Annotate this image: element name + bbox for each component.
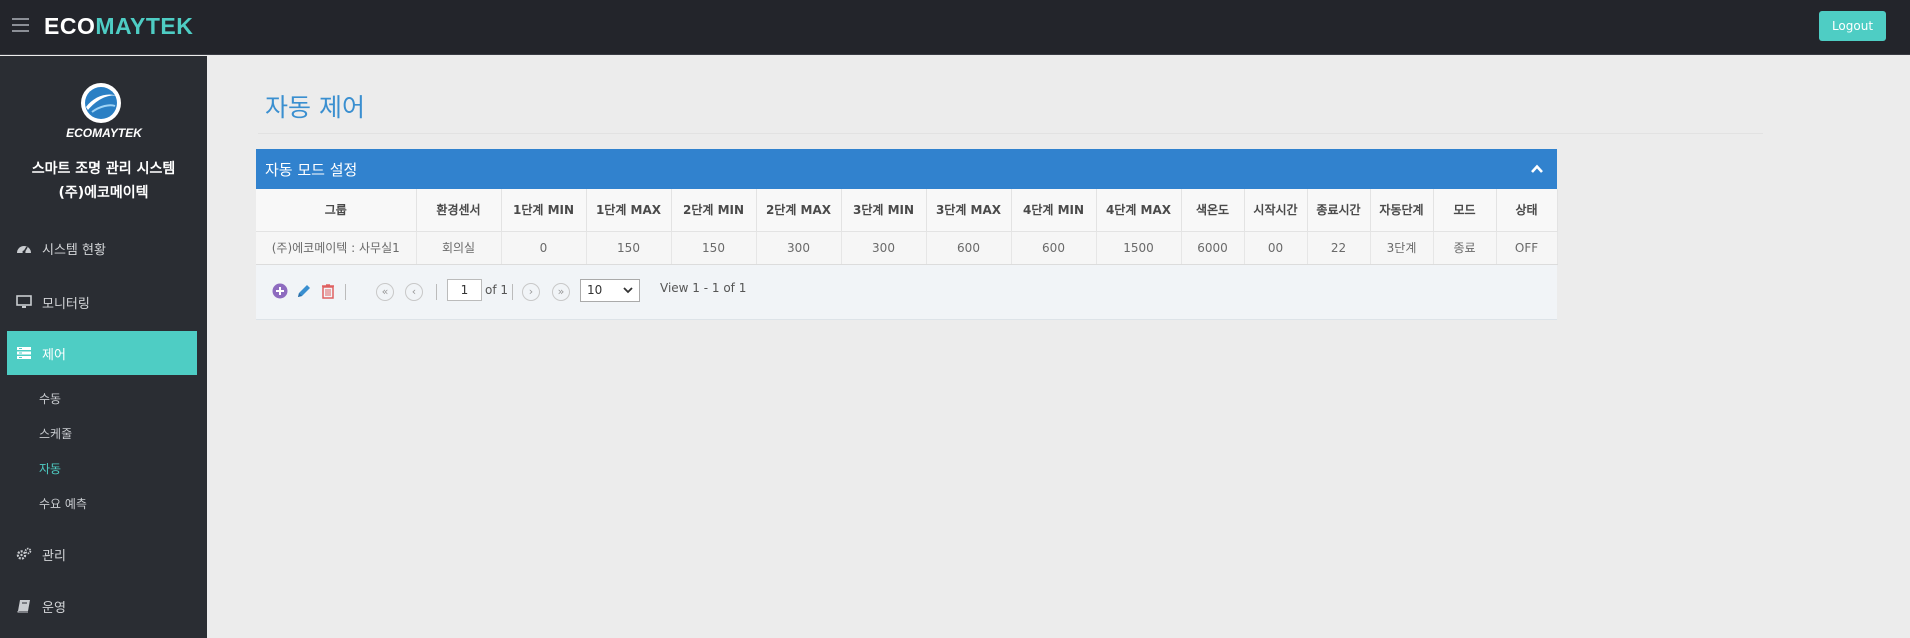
column-header[interactable]: 3단계 MIN: [841, 189, 927, 232]
edit-pencil-icon[interactable]: [295, 282, 313, 300]
column-header[interactable]: 상태: [1496, 189, 1558, 232]
table-cell: 3단계: [1370, 231, 1434, 265]
brand-part2: MAYTEK: [95, 13, 194, 39]
sub-item-demand-forecast[interactable]: 수요 예측: [39, 495, 87, 512]
company-logo-icon: [81, 83, 121, 123]
next-page-icon[interactable]: ›: [522, 282, 540, 301]
prev-page-icon[interactable]: ‹: [405, 282, 423, 301]
column-header[interactable]: 1단계 MAX: [586, 189, 672, 232]
table-cell: 150: [671, 231, 757, 265]
nav-item-label: 시스템 현황: [42, 242, 106, 258]
pager-separator: [345, 283, 346, 300]
column-header[interactable]: 자동단계: [1370, 189, 1434, 232]
nav-item-operation[interactable]: 운영: [7, 584, 197, 628]
panel-title: 자동 모드 설정: [265, 160, 358, 179]
dashboard-icon: [16, 240, 32, 256]
table-cell: 6000: [1181, 231, 1245, 265]
sub-item-manual[interactable]: 수동: [39, 390, 61, 407]
table-cell: 00: [1244, 231, 1308, 265]
table-cell: 600: [1011, 231, 1097, 265]
table-cell: OFF: [1496, 231, 1558, 265]
table-cell: 300: [756, 231, 842, 265]
column-header[interactable]: 환경센서: [416, 189, 502, 232]
column-header[interactable]: 4단계 MIN: [1011, 189, 1097, 232]
view-records-label: View 1 - 1 of 1: [660, 280, 747, 295]
pager-separator: [512, 283, 513, 300]
table-cell: 300: [841, 231, 927, 265]
nav-item-monitoring[interactable]: 모니터링: [7, 280, 197, 324]
table-cell: 600: [926, 231, 1012, 265]
pager: « ‹ of 1 › » 10 View 1 - 1 of 1: [256, 264, 1557, 320]
brand-logo[interactable]: ECOMAYTEK: [44, 13, 193, 40]
logout-button[interactable]: Logout: [1819, 11, 1886, 41]
monitor-icon: [16, 294, 32, 310]
page-title: 자동 제어: [265, 93, 365, 122]
table-cell: 150: [586, 231, 672, 265]
book-icon: [16, 598, 32, 614]
page-count-label: of 1: [485, 282, 509, 297]
auto-mode-panel: 자동 모드 설정 그룹 환경센서 1단계 MIN 1단계 MAX 2단계 MIN 2단계 …: [256, 149, 1558, 320]
system-name: 스마트 조명 관리 시스템: [31, 161, 176, 177]
auto-mode-table: 그룹 환경센서 1단계 MIN 1단계 MAX 2단계 MIN 2단계 MAX 3단계 MI…: [256, 189, 1558, 265]
column-header[interactable]: 4단계 MAX: [1096, 189, 1182, 232]
table-header-row: 그룹 환경센서 1단계 MIN 1단계 MAX 2단계 MIN 2단계 MAX 3단계 MI…: [256, 189, 1558, 232]
column-header[interactable]: 색온도: [1181, 189, 1245, 232]
column-header[interactable]: 3단계 MAX: [926, 189, 1012, 232]
last-page-icon[interactable]: »: [552, 282, 570, 301]
nav-item-label: 제어: [42, 347, 66, 363]
brand-part1: ECO: [44, 13, 96, 39]
table-cell: 회의실: [416, 231, 502, 265]
add-circle-icon[interactable]: [271, 282, 289, 300]
column-header[interactable]: 종료시간: [1307, 189, 1371, 232]
table-cell: 종료: [1433, 231, 1497, 265]
first-page-icon[interactable]: «: [376, 282, 394, 301]
nav-item-control[interactable]: 제어: [7, 331, 197, 375]
trash-icon[interactable]: [319, 282, 337, 300]
nav-item-system-status[interactable]: 시스템 현황: [7, 226, 197, 270]
pager-separator: [436, 283, 437, 300]
table-cell: 1500: [1096, 231, 1182, 265]
page-number-input[interactable]: [447, 278, 482, 301]
nav-item-label: 운영: [42, 600, 66, 616]
column-header[interactable]: 2단계 MIN: [671, 189, 757, 232]
title-divider: [258, 133, 1763, 134]
rows-per-page-select[interactable]: 10: [580, 278, 640, 302]
company-name: (주)에코메이텍: [58, 185, 149, 201]
sub-item-schedule[interactable]: 스케줄: [39, 425, 72, 442]
column-header[interactable]: 그룹: [256, 189, 417, 232]
system-title: 스마트 조명 관리 시스템 (주)에코메이텍: [0, 157, 207, 205]
column-header[interactable]: 2단계 MAX: [756, 189, 842, 232]
sidebar: ECOMAYTEK 스마트 조명 관리 시스템 (주)에코메이텍 시스템 현황 …: [0, 56, 207, 638]
rows-per-page-value: 10: [587, 283, 603, 297]
column-header[interactable]: 모드: [1433, 189, 1497, 232]
table-cell: 0: [501, 231, 587, 265]
table-row[interactable]: (주)에코메이텍 : 사무실1 회의실 0 150 150 300 300 600 600 150…: [256, 231, 1558, 265]
table-cell: (주)에코메이텍 : 사무실1: [256, 231, 417, 265]
panel-header[interactable]: 자동 모드 설정: [256, 149, 1557, 189]
nav-item-label: 모니터링: [42, 296, 90, 312]
nav-item-label: 관리: [42, 548, 66, 564]
chevron-down-icon: [623, 286, 633, 293]
top-bar: ECOMAYTEK Logout: [0, 0, 1910, 55]
menu-toggle-icon[interactable]: [12, 18, 29, 32]
column-header[interactable]: 시작시간: [1244, 189, 1308, 232]
gears-icon: [16, 546, 32, 562]
table-cell: 22: [1307, 231, 1371, 265]
chevron-up-icon[interactable]: [1529, 161, 1545, 177]
nav-item-management[interactable]: 관리: [7, 532, 197, 576]
sub-item-auto[interactable]: 자동: [39, 460, 61, 477]
control-icon: [16, 345, 32, 361]
column-header[interactable]: 1단계 MIN: [501, 189, 587, 232]
logo-text: ECOMAYTEK: [66, 126, 142, 140]
